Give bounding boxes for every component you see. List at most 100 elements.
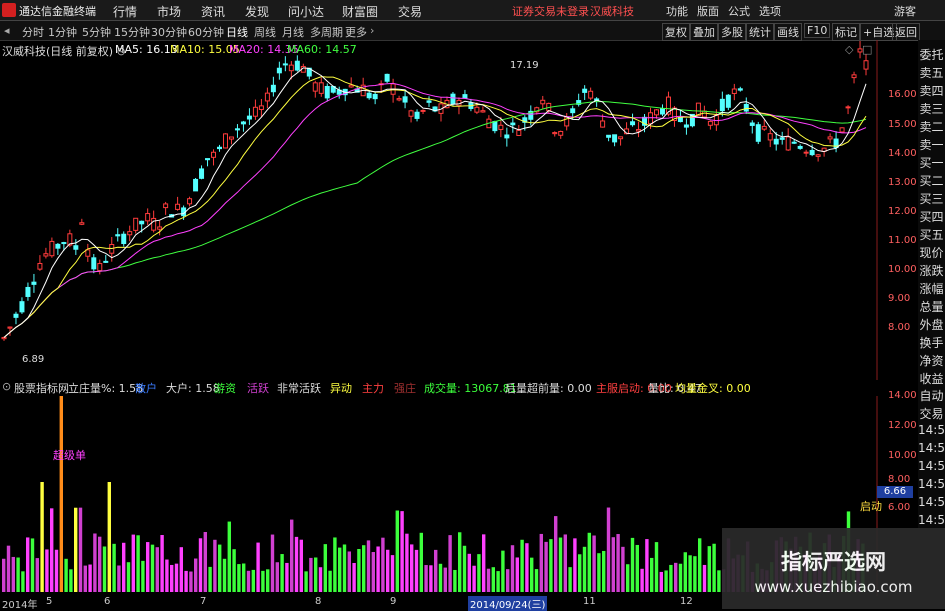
sidebar-item[interactable]: 卖五: [918, 64, 945, 81]
period-daily[interactable]: 日线: [226, 24, 248, 40]
sidebar-item[interactable]: 14:5: [918, 495, 945, 509]
sidebar-item[interactable]: 买三: [918, 190, 945, 207]
candle-body: [145, 213, 151, 222]
sidebar-item[interactable]: 卖三: [918, 100, 945, 117]
indicator-bar: [54, 549, 59, 592]
indicator-bar: [179, 547, 183, 592]
period-tick[interactable]: 分时: [22, 24, 44, 40]
indicator-value: 主力: [362, 382, 384, 395]
indicator-bar: [347, 551, 351, 592]
indicator-settings-icon[interactable]: ⊙: [2, 380, 11, 393]
indicator-bar: [203, 532, 207, 592]
period-60min[interactable]: 60分钟: [188, 24, 224, 40]
guest-label[interactable]: 游客: [894, 3, 916, 19]
indicator-bar: [573, 538, 577, 592]
sidebar-item[interactable]: 14:5: [918, 459, 945, 473]
period-15min[interactable]: 15分钟: [114, 24, 150, 40]
sidebar-item[interactable]: 涨跌: [918, 262, 945, 279]
draw-button[interactable]: 画线: [774, 23, 802, 41]
sidebar-item[interactable]: 现价: [918, 244, 945, 261]
sidebar-item[interactable]: 买五: [918, 226, 945, 243]
menu-layout[interactable]: 版面: [697, 3, 719, 19]
indicator-bar: [482, 534, 486, 592]
price-chart[interactable]: [0, 40, 878, 380]
indicator-tick: 6.00: [888, 502, 911, 513]
period-1min[interactable]: 1分钟: [48, 24, 77, 40]
menu-ask[interactable]: 问小达: [288, 3, 324, 20]
candle-body: [797, 145, 803, 149]
indicator-bar: [395, 510, 399, 592]
indicator-bar: [299, 539, 303, 592]
indicator-bar: [208, 566, 212, 592]
indicator-bar: [712, 543, 716, 592]
menu-news[interactable]: 资讯: [201, 3, 225, 20]
adjust-button[interactable]: 复权: [662, 23, 690, 41]
indicator-bar: [107, 482, 111, 592]
period-monthly[interactable]: 月线: [282, 24, 304, 40]
sidebar-item[interactable]: 14:5: [918, 477, 945, 491]
sidebar-item[interactable]: 涨幅: [918, 280, 945, 297]
period-5min[interactable]: 5分钟: [82, 24, 111, 40]
ma60-legend: MA60: 14.57: [287, 43, 357, 56]
indicator-bar: [131, 534, 135, 592]
sidebar-item[interactable]: 交易: [918, 405, 945, 422]
toggle-panel-icon[interactable]: □: [862, 43, 872, 56]
menu-function[interactable]: 功能: [666, 3, 688, 19]
menu-formula[interactable]: 公式: [728, 3, 750, 19]
sidebar-item[interactable]: 买二: [918, 172, 945, 189]
sidebar-item[interactable]: 14:5: [918, 423, 945, 437]
menu-options[interactable]: 选项: [759, 3, 781, 19]
menu-market[interactable]: 市场: [157, 3, 181, 20]
overlay-button[interactable]: 叠加: [690, 23, 718, 41]
menu-discover[interactable]: 发现: [245, 3, 269, 20]
candle-body: [606, 134, 612, 138]
multi-stock-button[interactable]: 多股: [718, 23, 746, 41]
diamond-icon[interactable]: ◇: [845, 43, 853, 56]
menu-quotes[interactable]: 行情: [113, 3, 137, 20]
indicator-bar: [198, 538, 203, 592]
indicator-bar: [342, 544, 347, 592]
price-tick: 14.00: [888, 148, 917, 159]
candle-body: [234, 128, 240, 131]
candle-body: [199, 168, 205, 179]
sidebar-item[interactable]: 卖一: [918, 136, 945, 153]
candle-body: [863, 60, 869, 70]
sidebar-item[interactable]: 卖四: [918, 82, 945, 99]
indicator-bar: [6, 545, 11, 592]
period-multi[interactable]: 多周期: [310, 24, 343, 40]
sidebar-item[interactable]: 卖二: [918, 118, 945, 135]
menu-wealth[interactable]: 财富圈: [342, 3, 378, 20]
indicator-bar: [194, 558, 198, 592]
indicator-bar: [309, 557, 313, 592]
sidebar-item[interactable]: 收益: [918, 370, 945, 387]
candle-body: [7, 326, 13, 329]
sidebar-item[interactable]: 自动: [918, 387, 945, 404]
toolbar-expand-icon[interactable]: ◂: [4, 24, 10, 37]
sidebar-item[interactable]: 外盘: [918, 316, 945, 333]
indicator-bar: [146, 542, 150, 592]
sidebar-item[interactable]: 14:5: [918, 441, 945, 455]
sidebar-item[interactable]: 净资: [918, 352, 945, 369]
mark-button[interactable]: 标记: [832, 23, 860, 41]
f10-button[interactable]: F10: [804, 23, 831, 38]
more-arrow-icon[interactable]: ›: [370, 24, 374, 37]
stats-button[interactable]: 统计: [746, 23, 774, 41]
sidebar-item[interactable]: 委托: [918, 46, 945, 63]
sidebar-item[interactable]: 买四: [918, 208, 945, 225]
sidebar-item[interactable]: 14:5: [918, 513, 945, 527]
sidebar-item[interactable]: 总量: [918, 298, 945, 315]
period-weekly[interactable]: 周线: [254, 24, 276, 40]
back-button[interactable]: 返回: [892, 23, 920, 41]
indicator-bar: [376, 546, 380, 592]
indicator-bar: [438, 563, 443, 592]
login-notice[interactable]: 证券交易未登录: [512, 3, 589, 19]
indicator-bar: [611, 537, 615, 592]
sidebar-item[interactable]: 换手: [918, 334, 945, 351]
watermark-url: www.xuezhibiao.com: [754, 578, 913, 596]
period-more[interactable]: 更多: [345, 24, 367, 40]
period-30min[interactable]: 30分钟: [151, 24, 187, 40]
menu-trade[interactable]: 交易: [398, 3, 422, 20]
menu-bar: 通达信金融终端 行情 市场 资讯 发现 问小达 财富圈 交易 证券交易未登录 汉…: [0, 0, 945, 21]
candle-body: [761, 125, 767, 130]
sidebar-item[interactable]: 买一: [918, 154, 945, 171]
